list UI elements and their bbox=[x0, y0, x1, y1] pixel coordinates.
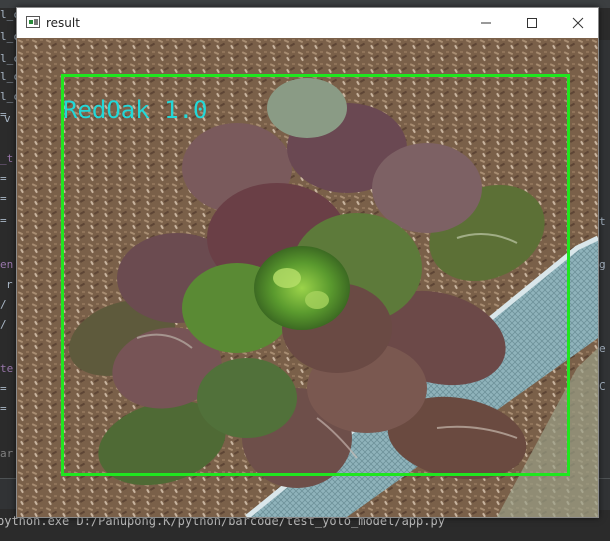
maximize-icon bbox=[527, 18, 537, 28]
minimize-button[interactable] bbox=[463, 8, 509, 38]
detection-label: RedOak 1.0 bbox=[63, 96, 208, 124]
code-fragment: = bbox=[0, 172, 7, 185]
code-fragment: _t bbox=[0, 152, 14, 165]
code-fragment: / bbox=[0, 298, 7, 311]
code-fragment: en bbox=[0, 258, 14, 271]
window-title: result bbox=[46, 16, 80, 30]
result-window: result RedOak 1.0 bbox=[16, 7, 599, 518]
close-icon bbox=[572, 17, 584, 29]
code-fragment: l_c bbox=[0, 30, 16, 43]
code-fragment: = bbox=[0, 402, 7, 415]
code-fragment: l_c bbox=[0, 70, 16, 83]
code-fragment: t bbox=[599, 215, 606, 228]
code-fragment: g bbox=[599, 258, 606, 271]
code-fragment: = bbox=[0, 382, 7, 395]
result-image: RedOak 1.0 bbox=[17, 38, 598, 517]
code-fragment: ar bbox=[0, 447, 14, 460]
code-fragment: = bbox=[0, 214, 7, 227]
code-fragment: / bbox=[0, 318, 7, 331]
title-bar[interactable]: result bbox=[17, 8, 598, 38]
code-fragment: = bbox=[0, 192, 7, 205]
code-fragment: te bbox=[0, 362, 14, 375]
code-fragment: C bbox=[599, 380, 606, 393]
code-fragment: e bbox=[599, 342, 606, 355]
maximize-button[interactable] bbox=[509, 8, 555, 38]
detection-bounding-box bbox=[61, 74, 570, 476]
code-fragment: l_c bbox=[0, 52, 16, 65]
window-app-icon bbox=[26, 16, 40, 28]
code-fragment: l_c bbox=[0, 8, 16, 21]
minimize-icon bbox=[481, 22, 491, 24]
right-gutter bbox=[598, 40, 610, 510]
code-fragment: l_c bbox=[0, 90, 16, 103]
close-button[interactable] bbox=[555, 8, 601, 38]
